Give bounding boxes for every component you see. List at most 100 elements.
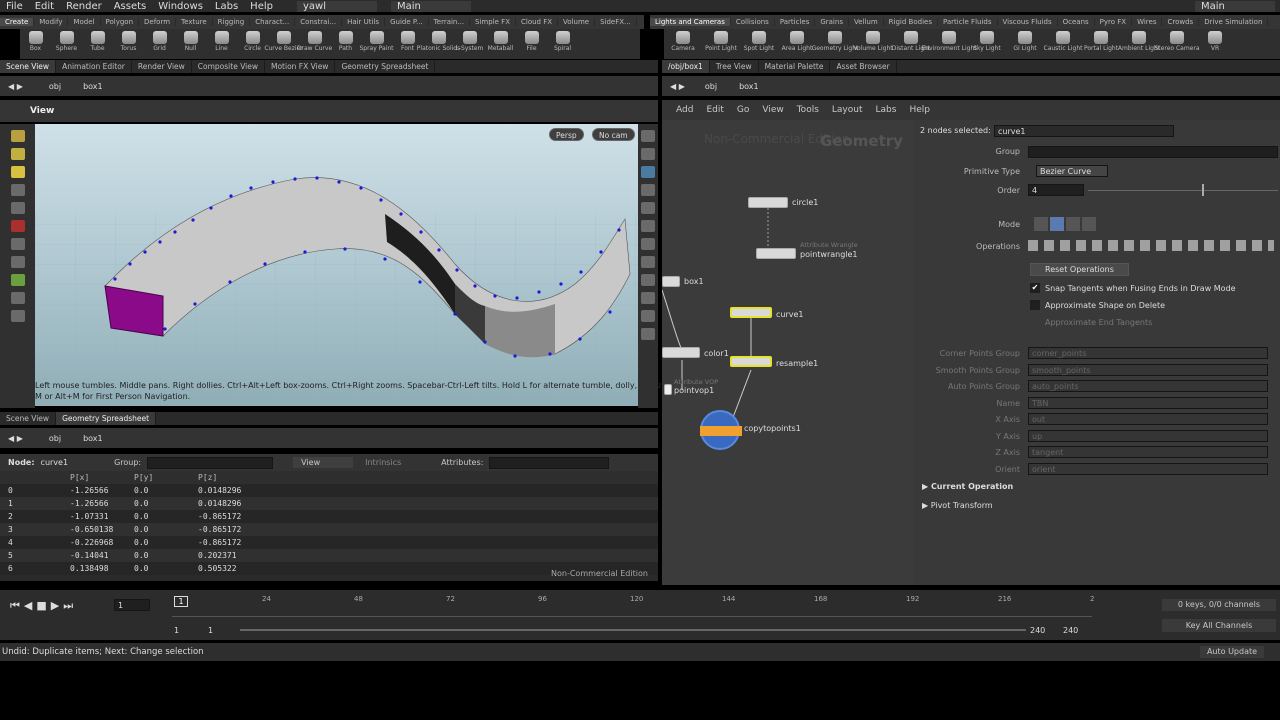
header-px[interactable]: P[x]	[70, 471, 134, 484]
view-label[interactable]: View	[30, 106, 54, 116]
shelf-tab-right-2[interactable]: Particles	[775, 18, 816, 26]
play-icon[interactable]: ▶	[51, 599, 59, 613]
table-row[interactable]: 4 -0.226968 0.0 -0.865172	[0, 536, 658, 549]
shelf-tab-left-5[interactable]: Texture	[176, 18, 213, 26]
tool-left-10[interactable]: Path	[330, 29, 361, 52]
tool-right-8[interactable]: Sky Light	[968, 29, 1006, 52]
network-editor[interactable]: Non-Commercial Edition Geometry circle1 …	[662, 120, 914, 585]
group-param-input[interactable]	[1028, 146, 1278, 158]
order-input[interactable]: 4	[1028, 184, 1084, 196]
context-select[interactable]: Main	[390, 0, 471, 12]
shelf-tab-right-10[interactable]: Wires	[1132, 18, 1163, 26]
background-icon[interactable]	[641, 292, 655, 304]
camera-tool-icon[interactable]	[10, 238, 25, 250]
operations-icons[interactable]	[1028, 240, 1274, 251]
pivot-transform-folder[interactable]: ▶ Pivot Transform	[922, 501, 993, 510]
desktop-select[interactable]: yawl	[296, 0, 377, 12]
menu-windows[interactable]: Windows	[152, 1, 209, 12]
node-box1[interactable]	[662, 276, 680, 287]
header-pz[interactable]: P[z]	[198, 471, 280, 484]
menu-file[interactable]: File	[0, 1, 29, 12]
shelf-tab-right-12[interactable]: Drive Simulation	[1199, 18, 1269, 26]
pane-tab-left-5[interactable]: Geometry Spreadsheet	[335, 60, 436, 73]
scene-viewport[interactable]	[35, 124, 638, 406]
magnet-tool-icon[interactable]	[10, 220, 25, 232]
snap-checkbox[interactable]: ✔	[1030, 283, 1040, 293]
timeline-ruler[interactable]: 1 24 48 72 96 120 144 168 192 216 2	[172, 595, 1094, 617]
node-circle1[interactable]	[748, 197, 788, 208]
tool-left-11[interactable]: Spray Paint	[359, 29, 394, 52]
menu-edit[interactable]: Edit	[29, 1, 60, 12]
shelf-tab-right-11[interactable]: Crowds	[1162, 18, 1200, 26]
grid-icon[interactable]	[641, 310, 655, 322]
shelf-tab-left-1[interactable]: Modify	[34, 18, 69, 26]
approx-delete-checkbox[interactable]	[1030, 300, 1040, 310]
camera-view-icon[interactable]	[641, 328, 655, 340]
shelf-tab-right-0[interactable]: Lights and Cameras	[650, 18, 731, 26]
snapshot-icon[interactable]	[641, 274, 655, 286]
sheet-path-box1[interactable]: box1	[83, 434, 103, 443]
frame-input[interactable]: 1	[114, 599, 150, 611]
end-frame-2[interactable]: 240	[1063, 626, 1078, 635]
mode-select-icon[interactable]	[1034, 217, 1048, 231]
nocam-button[interactable]: No cam	[592, 128, 635, 141]
persp-button[interactable]: Persp	[549, 128, 584, 141]
tool-left-13[interactable]: Platonic Solids	[417, 29, 460, 52]
shelf-tab-right-9[interactable]: Pyro FX	[1095, 18, 1133, 26]
current-operation-folder[interactable]: ▶ Current Operation	[922, 482, 1013, 491]
order-slider-handle[interactable]	[1202, 184, 1204, 196]
ghost-icon[interactable]	[641, 256, 655, 268]
numbers-icon[interactable]	[641, 220, 655, 232]
smooth-input[interactable]: smooth_points	[1028, 364, 1268, 376]
tool-left-0[interactable]: Box	[20, 29, 51, 52]
node-resample1[interactable]	[730, 356, 772, 367]
auto-update-dropdown[interactable]: Auto Update	[1200, 646, 1264, 658]
shelf-tab-right-1[interactable]: Collisions	[731, 18, 775, 26]
shelf-tab-left-15[interactable]: SideFX...	[595, 18, 637, 26]
table-row[interactable]: 3 -0.650138 0.0 -0.865172	[0, 523, 658, 536]
sheet-path-obj[interactable]: obj	[49, 434, 61, 443]
tool-right-1[interactable]: Point Light	[702, 29, 740, 52]
orient-input[interactable]: orient	[1028, 463, 1268, 475]
shelf-tab-left-7[interactable]: Charact...	[250, 18, 296, 26]
render-tool-icon[interactable]	[10, 256, 25, 268]
network-menu-item-5[interactable]: Layout	[832, 105, 863, 115]
path-box1[interactable]: box1	[83, 82, 103, 91]
normals-icon[interactable]	[641, 202, 655, 214]
tool-right-10[interactable]: Caustic Light	[1044, 29, 1083, 52]
wireframe-icon[interactable]	[641, 148, 655, 160]
tool-right-4[interactable]: Geometry Light	[812, 29, 858, 52]
right-path-box1[interactable]: box1	[739, 82, 759, 91]
pane-tab-left-1[interactable]: Animation Editor	[56, 60, 132, 73]
shelf-tab-right-4[interactable]: Vellum	[849, 18, 884, 26]
auto-input[interactable]: auto_points	[1028, 380, 1268, 392]
shelf-tab-left-13[interactable]: Cloud FX	[516, 18, 559, 26]
shelf-tab-left-6[interactable]: Rigging	[213, 18, 251, 26]
tool-left-3[interactable]: Torus	[113, 29, 144, 52]
tool-left-8[interactable]: Curve Bezier	[264, 29, 303, 52]
table-row[interactable]: 0 -1.26566 0.0 0.0148296	[0, 484, 658, 497]
tool-right-2[interactable]: Spot Light	[740, 29, 778, 52]
tool-left-2[interactable]: Tube	[82, 29, 113, 52]
table-row[interactable]: 2 -1.07331 0.0 -0.865172	[0, 510, 658, 523]
tool-right-5[interactable]: Volume Light	[853, 29, 893, 52]
header-py[interactable]: P[y]	[134, 471, 198, 484]
tool-right-13[interactable]: Stereo Camera	[1155, 29, 1200, 52]
node-color1[interactable]	[662, 347, 700, 358]
tab-geometry-spreadsheet[interactable]: Geometry Spreadsheet	[56, 412, 157, 425]
shelf-tab-left-2[interactable]: Model	[68, 18, 101, 26]
shelf-tab-left-10[interactable]: Guide P...	[385, 18, 429, 26]
shelf-tab-left-9[interactable]: Hair Utils	[342, 18, 386, 26]
tool-right-12[interactable]: Ambient Light	[1118, 29, 1160, 52]
shelf-tab-left-11[interactable]: Terrain...	[429, 18, 471, 26]
shelf-tab-right-7[interactable]: Viscous Fluids	[998, 18, 1058, 26]
node-pointwrangle1[interactable]	[756, 248, 796, 259]
node-copytopoints1[interactable]	[700, 410, 742, 450]
handle-tool-icon[interactable]	[10, 166, 25, 178]
tool-right-0[interactable]: Camera	[664, 29, 702, 52]
name-input[interactable]: TBN	[1028, 397, 1268, 409]
play-reverse-icon[interactable]: ◀	[24, 599, 32, 613]
shelf-tab-left-4[interactable]: Deform	[139, 18, 177, 26]
network-menu-item-3[interactable]: View	[762, 105, 783, 115]
yaxis-input[interactable]: up	[1028, 430, 1268, 442]
